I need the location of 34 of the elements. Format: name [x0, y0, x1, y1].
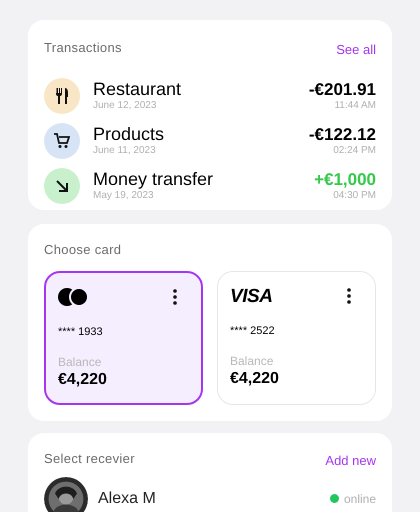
payment-card[interactable]: VISA **** 2522 Balance €4,220: [217, 271, 376, 405]
status-label: online: [344, 490, 376, 508]
balance-label: Balance: [230, 354, 274, 368]
transaction-name: Money transfer: [93, 169, 214, 189]
transaction-date: May 19, 2023: [93, 189, 155, 202]
receiver-name: Alexa M: [98, 488, 157, 508]
more-vertical-icon[interactable]: [347, 288, 351, 304]
balance-amount: €4,220: [58, 370, 108, 390]
section-title: Select recevier: [44, 450, 135, 468]
fork-knife-icon: [55, 88, 69, 104]
card-number: **** 2522: [230, 324, 276, 339]
transaction-name: Products: [93, 124, 166, 144]
card-number: **** 1933: [58, 325, 104, 340]
balance-amount: €4,220: [230, 368, 280, 388]
arrow-down-right-icon: [55, 178, 69, 192]
section-title: Choose card: [44, 240, 122, 258]
overlapping-circles-logo: [58, 288, 88, 306]
more-vertical-icon[interactable]: [173, 289, 177, 305]
transaction-date: June 11, 2023: [93, 144, 157, 157]
section-title: Transactions: [44, 39, 122, 57]
transaction-amount: +€1,000: [314, 170, 376, 188]
payment-card[interactable]: **** 1933 Balance €4,220: [44, 271, 203, 405]
shopping-cart-icon: [54, 132, 70, 148]
transaction-amount: -€201.91: [308, 80, 376, 98]
transaction-date: June 12, 2023: [93, 99, 158, 112]
transaction-amount: -€122.12: [308, 124, 376, 144]
section-link[interactable]: Add new: [325, 451, 376, 470]
card-brand-logo: VISA: [230, 286, 272, 306]
transaction-time: 11:44 AM: [334, 98, 376, 112]
section-link[interactable]: See all: [336, 40, 376, 60]
transaction-name: Restaurant: [93, 79, 182, 99]
transaction-time: 02:24 PM: [333, 144, 376, 156]
balance-label: Balance: [58, 354, 102, 370]
transaction-time: 04:30 PM: [333, 188, 376, 202]
